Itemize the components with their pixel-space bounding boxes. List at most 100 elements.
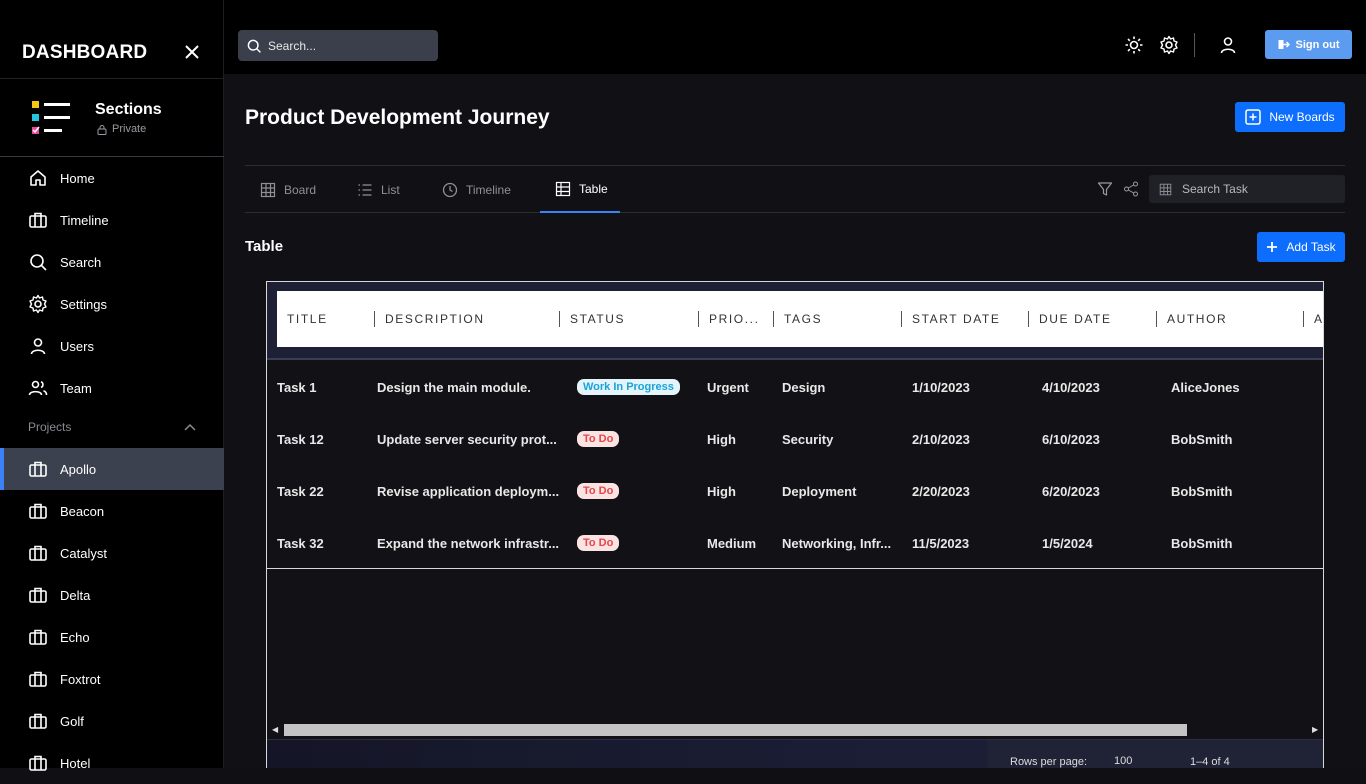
column-separator[interactable] [1303,311,1304,327]
close-sidebar-icon[interactable] [182,42,202,62]
nav-item-team[interactable]: Team [0,367,224,409]
users-icon [28,380,48,396]
new-boards-button[interactable]: New Boards [1235,102,1345,132]
workspace-name: Sections [95,101,162,118]
cell-tags: Design [782,379,826,395]
cell-status: To Do [577,465,697,517]
nav-item-home[interactable]: Home [0,157,224,199]
briefcase-icon [29,629,47,645]
column-separator[interactable] [1028,311,1029,327]
column-separator[interactable] [901,311,902,327]
gear-icon[interactable] [1159,35,1179,55]
sun-icon[interactable] [1124,35,1144,55]
column-header[interactable]: START DATE [902,291,1000,347]
column-header[interactable]: STATUS [560,291,625,347]
tab-table[interactable]: Table [540,166,620,213]
sidebar-item-golf[interactable]: Golf [0,700,224,742]
visibility-label: Private [112,123,147,135]
column-header[interactable]: AUTHOR [1157,291,1227,347]
rows-per-page-select[interactable]: 100 [1114,755,1132,767]
nav-item-users[interactable]: Users [0,325,224,367]
column-separator[interactable] [773,311,774,327]
column-separator[interactable] [698,311,699,327]
cell-tags: Networking, Infr... [782,535,892,551]
projects-header[interactable]: Projects [28,420,196,434]
add-task-button[interactable]: Add Task [1257,232,1345,262]
horizontal-scrollbar[interactable]: ◀ ▶ [267,722,1323,738]
global-search[interactable] [238,30,438,61]
column-header[interactable]: DESCRIPTION [375,291,485,347]
cell-due: 4/10/2023 [1042,379,1100,395]
table-footer: Rows per page: 100 1–4 of 4 [267,739,1323,768]
tab-list[interactable]: List [357,166,400,213]
table-row[interactable]: Task 12 Update server security prot... To … [267,413,1323,465]
briefcase-icon [29,587,47,603]
table-row[interactable]: Task 32 Expand the network infrastr... To … [267,517,1323,569]
column-separator[interactable] [1156,311,1157,327]
project-label: Echo [60,629,90,645]
cell-start: 2/10/2023 [912,431,970,447]
table-icon [555,181,571,196]
project-label: Apollo [60,461,97,477]
filter-icon[interactable] [1097,181,1113,197]
app-brand: DASHBOARD [22,42,148,63]
add-task-label: Add Task [1286,240,1336,254]
nav-item-label: Timeline [60,212,109,228]
section-title: Table [245,238,284,255]
scrollbar-thumb[interactable] [284,724,1187,736]
project-label: Beacon [60,503,105,519]
scroll-right-icon[interactable]: ▶ [1312,725,1318,734]
project-label: Foxtrot [60,671,101,687]
cell-status: Work In Progress [577,361,697,413]
sidebar-item-apollo[interactable]: Apollo [0,448,224,490]
column-separator[interactable] [374,311,375,327]
chevron-up-icon[interactable] [184,423,196,431]
workspace-header: Sections Private [0,78,224,157]
nav-item-search[interactable]: Search [0,241,224,283]
cell-start: 11/5/2023 [912,535,970,551]
task-table: TITLE DESCRIPTION STATUS PRIO... TAGS START D… [266,281,1324,768]
column-header[interactable]: PRIO... [699,291,760,347]
sign-out-button[interactable]: Sign out [1265,30,1352,59]
column-header[interactable]: TAGS [774,291,822,347]
nav-item-settings[interactable]: Settings [0,283,224,325]
cell-tags: Deployment [782,483,857,499]
nav-item-label: Search [60,254,102,270]
pagination: Rows per page: 100 1–4 of 4 [987,740,1323,768]
cell-description: Update server security prot... [377,431,557,447]
page-title: Product Development Journey [245,106,550,129]
cell-start: 1/10/2023 [912,379,970,395]
sidebar-item-catalyst[interactable]: Catalyst [0,532,224,574]
status-badge: Work In Progress [577,379,680,395]
status-badge: To Do [577,431,620,447]
nav-item-label: Settings [60,296,107,312]
column-header[interactable]: TITLE [277,291,328,347]
sidebar-item-echo[interactable]: Echo [0,616,224,658]
scroll-left-icon[interactable]: ◀ [272,725,278,734]
search-input[interactable] [268,38,428,53]
projects-label: Projects [28,420,72,434]
sidebar-item-hotel[interactable]: Hotel [0,742,224,784]
nav-item-timeline[interactable]: Timeline [0,199,224,241]
tab-board[interactable]: Board [260,166,316,213]
table-row[interactable]: Task 1 Design the main module. Work In Pro… [267,361,1323,413]
column-header[interactable]: DUE DATE [1029,291,1112,347]
sidebar-item-delta[interactable]: Delta [0,574,224,616]
share-icon[interactable] [1123,181,1139,197]
table-row[interactable]: Task 22 Revise application deploym... To D… [267,465,1323,517]
briefcase-icon [29,755,47,771]
user-icon[interactable] [1218,35,1238,55]
workspace-logo-icon [30,97,74,139]
tab-label: Timeline [466,182,511,197]
gear-icon [29,294,47,314]
cell-description: Expand the network infrastr... [377,535,560,551]
column-separator[interactable] [559,311,560,327]
briefcase-icon [29,713,47,729]
table-header: TITLE DESCRIPTION STATUS PRIO... TAGS START D… [277,291,1323,347]
tab-timeline[interactable]: Timeline [442,166,511,213]
search-task-input[interactable] [1182,182,1332,196]
sidebar-item-foxtrot[interactable]: Foxtrot [0,658,224,700]
sidebar-item-beacon[interactable]: Beacon [0,490,224,532]
search-task-field[interactable] [1149,175,1345,203]
column-header[interactable]: A [1304,291,1323,347]
